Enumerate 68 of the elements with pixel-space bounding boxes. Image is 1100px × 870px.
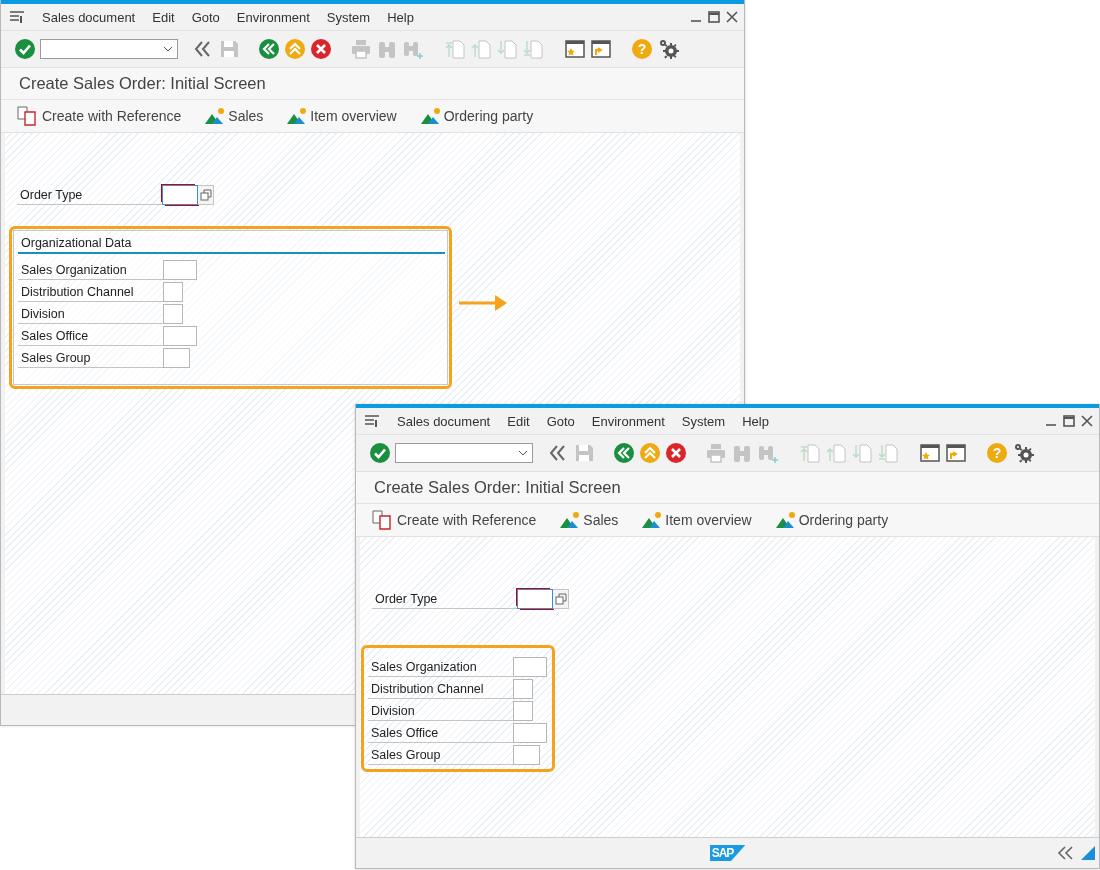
settings-icon[interactable] — [1013, 442, 1035, 464]
screen-title: Create Sales Order: Initial Screen — [1, 67, 744, 99]
menu-icon[interactable] — [9, 10, 25, 24]
menu-item[interactable]: Goto — [546, 413, 575, 429]
exit-icon[interactable] — [284, 38, 306, 60]
toolbar-button[interactable]: Ordering party — [418, 105, 536, 127]
toolbar-button[interactable]: Sales — [558, 509, 621, 531]
cancel-icon[interactable] — [665, 442, 687, 464]
menu-item[interactable]: Environment — [236, 9, 310, 25]
mountain-icon — [560, 511, 581, 529]
exit-icon[interactable] — [639, 442, 661, 464]
mountain-icon — [775, 511, 796, 529]
toolbar-button[interactable]: Create with Reference — [370, 508, 539, 532]
copy-icon — [199, 189, 212, 201]
cancel-icon[interactable] — [310, 38, 332, 60]
toolbar-button[interactable]: Item overview — [285, 105, 399, 127]
menu-item[interactable]: Help — [387, 9, 414, 25]
command-field[interactable] — [40, 39, 178, 59]
back-icon[interactable] — [258, 38, 280, 60]
input-field[interactable] — [513, 657, 547, 677]
toolbar-button[interactable]: Item overview — [640, 509, 754, 531]
mountain-icon — [205, 107, 226, 125]
input-field[interactable] — [517, 589, 553, 609]
value-help-button[interactable] — [198, 185, 214, 205]
close-icon[interactable] — [726, 11, 738, 23]
group-title: Organizational Data — [18, 233, 445, 254]
mountain-icon — [642, 511, 663, 529]
close-icon[interactable] — [1081, 415, 1093, 427]
mountain-icon — [287, 107, 308, 125]
input-field[interactable] — [513, 679, 533, 699]
input-field[interactable] — [163, 282, 183, 302]
menu-icon[interactable] — [364, 414, 380, 428]
menu-item[interactable]: System — [326, 9, 371, 25]
menu-item[interactable]: Environment — [591, 413, 665, 429]
menu-item[interactable]: Edit — [507, 413, 530, 429]
value-help-button[interactable] — [553, 589, 569, 609]
input-field[interactable] — [163, 326, 197, 346]
logo: SAP — [709, 845, 746, 861]
back-icon[interactable] — [613, 442, 635, 464]
command-field[interactable] — [395, 443, 533, 463]
maximize-icon[interactable] — [708, 11, 720, 23]
input-field[interactable] — [513, 745, 540, 765]
toolbar-button[interactable]: Create with Reference — [15, 104, 184, 128]
menu-item[interactable]: Edit — [152, 9, 175, 25]
input-field[interactable] — [162, 185, 198, 205]
settings-icon[interactable] — [658, 38, 680, 60]
maximize-icon[interactable] — [1063, 415, 1075, 427]
menu-item[interactable]: Goto — [191, 9, 220, 25]
input-field[interactable] — [163, 348, 190, 368]
menu-item[interactable]: Sales document — [397, 413, 491, 429]
input-field[interactable] — [513, 701, 533, 721]
mountain-icon — [420, 107, 441, 125]
copy-icon — [17, 106, 39, 126]
input-field[interactable] — [163, 304, 183, 324]
double-chevron-left-icon[interactable] — [1057, 846, 1075, 860]
check-icon[interactable] — [14, 38, 36, 60]
check-icon[interactable] — [369, 442, 391, 464]
menu-item[interactable]: Help — [742, 413, 769, 429]
menu-item[interactable]: System — [681, 413, 726, 429]
copy-icon — [554, 593, 567, 605]
toolbar-button[interactable]: Sales — [203, 105, 266, 127]
toolbar-button[interactable]: Ordering party — [773, 509, 891, 531]
input-field[interactable] — [163, 260, 197, 280]
resize-grip-icon[interactable] — [1081, 846, 1095, 860]
input-field[interactable] — [513, 723, 547, 743]
copy-icon — [372, 510, 394, 530]
screen-title: Create Sales Order: Initial Screen — [356, 471, 1099, 503]
menu-item[interactable]: Sales document — [42, 9, 136, 25]
